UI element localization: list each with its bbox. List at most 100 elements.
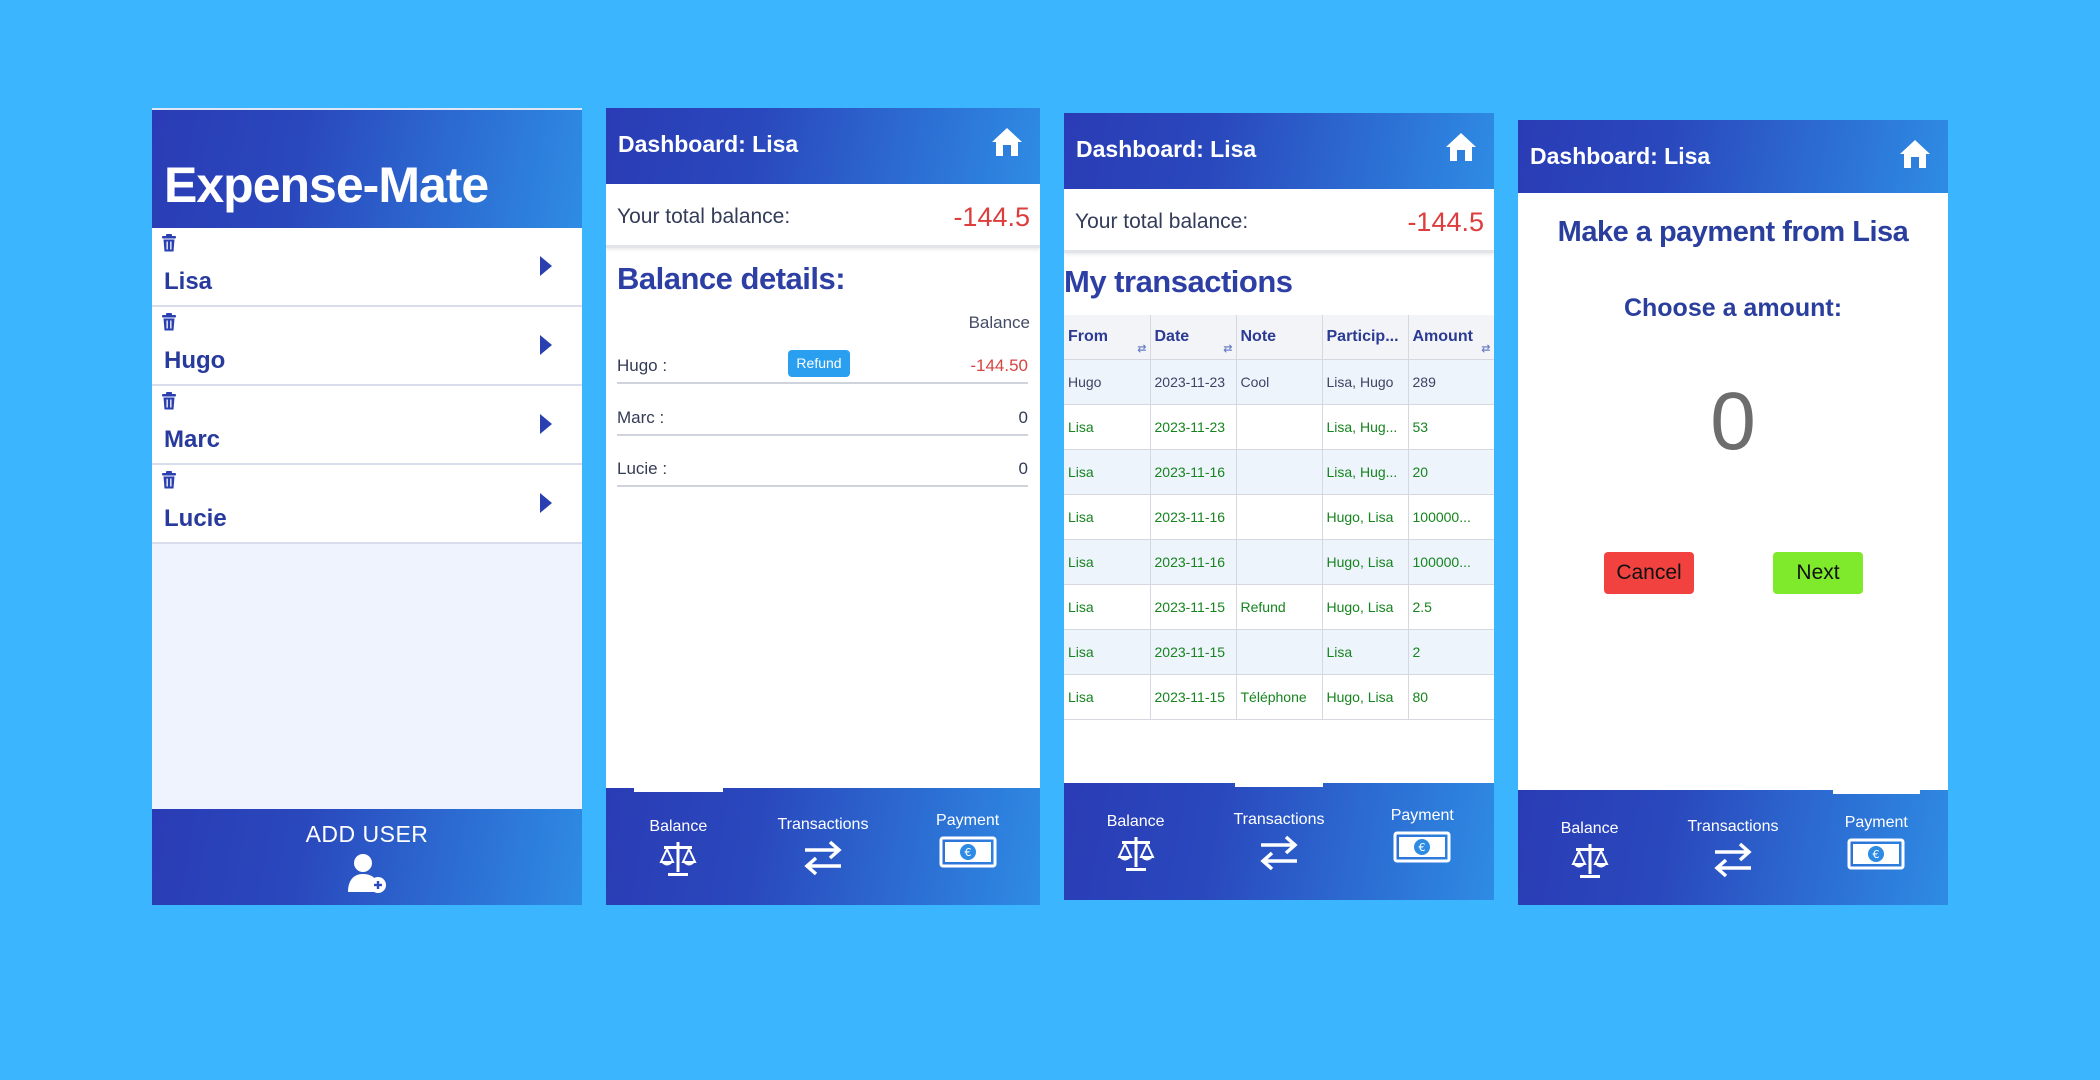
nav-balance-label: Balance [1560,820,1619,837]
home-icon[interactable] [1898,138,1932,170]
user-row-marc[interactable]: Marc [152,386,582,465]
nav-transactions-label: Transactions [1233,811,1325,828]
user-name: Hugo [164,347,226,374]
balance-amount: 0 [1018,408,1028,427]
table-row[interactable]: Lisa 2023-11-15 Lisa 2 [1064,629,1494,675]
total-balance-row: Your total balance: -144.5 [1064,189,1494,253]
transactions-title: My transactions [1064,264,1293,299]
table-row[interactable]: Lisa 2023-11-15 Téléphone Hugo, Lisa 80 [1064,674,1494,720]
dashboard-header: Dashboard: Lisa [1518,120,1948,193]
bottom-nav: Balance Transactions Payment € [1518,790,1948,905]
trash-icon[interactable] [161,313,177,331]
nav-transactions[interactable]: Transactions [751,788,896,905]
svg-text:€: € [1873,848,1880,861]
balance-row-hugo: Hugo : Refund -144.50 [617,348,1028,384]
balance-amount: -144.50 [970,356,1028,375]
scale-icon [1117,837,1155,871]
balance-name: Hugo : [617,356,668,375]
cancel-button[interactable]: Cancel [1604,552,1694,594]
total-balance-value: -144.5 [1407,207,1484,237]
nav-balance[interactable]: Balance [1518,790,1661,905]
swap-arrows-icon [1714,842,1752,878]
balance-details-title: Balance details: [617,261,846,296]
table-row[interactable]: Lisa 2023-11-16 Lisa, Hug... 20 [1064,449,1494,495]
scale-icon [1571,844,1609,878]
nav-balance-label: Balance [649,818,708,835]
column-header-from[interactable]: From ⇄ [1064,315,1151,360]
sort-icon[interactable]: ⇄ [1223,342,1232,355]
balance-row-marc: Marc : 0 [617,400,1028,436]
swap-arrows-icon [1260,835,1298,871]
amount-display[interactable]: 0 [1518,375,1948,469]
nav-transactions[interactable]: Transactions [1661,790,1804,905]
trash-icon[interactable] [161,471,177,489]
app-title: Expense-Mate [164,157,489,213]
transactions-screen: Dashboard: Lisa Your total balance: -144… [1064,113,1494,900]
user-row-lucie[interactable]: Lucie [152,465,582,544]
sort-icon[interactable]: ⇄ [1137,342,1146,355]
chevron-right-icon[interactable] [540,335,552,355]
table-row[interactable]: Lisa 2023-11-16 Hugo, Lisa 100000... [1064,539,1494,585]
bottom-nav: Balance Transactions Payment € [1064,783,1494,900]
trash-icon[interactable] [161,234,177,252]
column-header-participants[interactable]: Particip... [1322,315,1409,360]
nav-payment[interactable]: Payment € [1351,783,1494,900]
balance-screen: Dashboard: Lisa Your total balance: -144… [606,108,1040,905]
nav-balance-label: Balance [1106,813,1165,830]
balance-amount: 0 [1018,459,1028,478]
table-row[interactable]: Lisa 2023-11-15 Refund Hugo, Lisa 2.5 [1064,584,1494,630]
nav-payment-label: Payment [936,812,1000,829]
svg-text:€: € [1419,841,1426,854]
user-row-lisa[interactable]: Lisa [152,228,582,307]
nav-payment-label: Payment [1390,807,1454,824]
user-row-hugo[interactable]: Hugo [152,307,582,386]
dashboard-title: Dashboard: Lisa [618,131,799,157]
nav-transactions-label: Transactions [1687,818,1779,835]
next-button[interactable]: Next [1773,552,1863,594]
add-user-button[interactable]: ADD USER [152,809,582,905]
chevron-right-icon[interactable] [540,256,552,276]
dashboard-title: Dashboard: Lisa [1076,136,1257,162]
banknote-euro-icon: € [939,836,997,868]
table-row[interactable]: Hugo 2023-11-23 Cool Lisa, Hugo 289 [1064,359,1494,405]
nav-payment-label: Payment [1844,814,1908,831]
choose-amount-label: Choose a amount: [1623,294,1843,322]
trash-icon[interactable] [161,392,177,410]
balance-row-lucie: Lucie : 0 [617,451,1028,487]
nav-balance[interactable]: Balance [606,788,751,905]
nav-balance[interactable]: Balance [1064,783,1207,900]
column-header-note[interactable]: Note [1236,315,1323,360]
sort-icon[interactable]: ⇄ [1481,342,1490,355]
refund-button[interactable]: Refund [788,350,850,377]
payment-screen: Dashboard: Lisa Make a payment from Lisa… [1518,120,1948,905]
home-icon[interactable] [990,126,1024,158]
svg-text:€: € [964,846,971,859]
nav-payment[interactable]: Payment € [1805,790,1948,905]
total-balance-label: Your total balance: [617,205,791,228]
chevron-right-icon[interactable] [540,414,552,434]
balance-name: Lucie : [617,459,668,478]
home-icon[interactable] [1444,131,1478,163]
column-header-amount[interactable]: Amount ⇄ [1408,315,1494,360]
payment-title: Make a payment from Lisa [1557,216,1909,248]
user-list-screen: Expense-Mate Lisa Hugo Marc Lucie ADD US… [152,108,582,905]
add-user-label: ADD USER [305,821,429,847]
banknote-euro-icon: € [1847,838,1905,870]
scale-icon [659,842,697,876]
chevron-right-icon[interactable] [540,493,552,513]
dashboard-title: Dashboard: Lisa [1530,143,1711,169]
bottom-nav: Balance Transactions Payment € [606,788,1040,905]
user-name: Marc [164,426,221,453]
dashboard-header: Dashboard: Lisa [606,108,1040,184]
column-header-date[interactable]: Date ⇄ [1150,315,1237,360]
transactions-table: From ⇄ Date ⇄ Note Particip... Amount ⇄ Hug… [1064,315,1494,720]
nav-transactions[interactable]: Transactions [1207,783,1350,900]
nav-payment[interactable]: Payment € [895,788,1040,905]
table-row[interactable]: Lisa 2023-11-16 Hugo, Lisa 100000... [1064,494,1494,540]
app-header: Expense-Mate [152,108,582,228]
table-row[interactable]: Lisa 2023-11-23 Lisa, Hug... 53 [1064,404,1494,450]
user-name: Lisa [164,268,213,295]
swap-arrows-icon [804,840,842,876]
dashboard-header: Dashboard: Lisa [1064,113,1494,189]
user-name: Lucie [164,505,227,532]
